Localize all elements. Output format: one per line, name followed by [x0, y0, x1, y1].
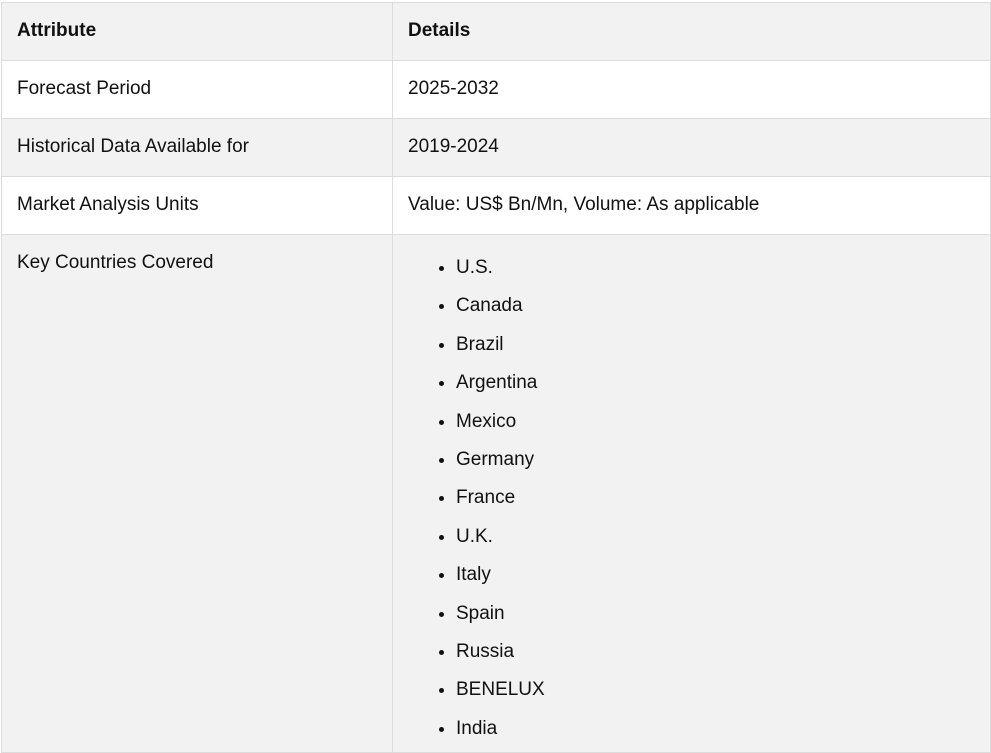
- attribute-cell: Forecast Period: [1, 60, 393, 119]
- details-cell: 2019-2024: [392, 118, 991, 177]
- header-details: Details: [392, 2, 991, 61]
- attribute-cell: Historical Data Available for: [1, 118, 393, 177]
- list-item: Canada: [456, 291, 975, 329]
- header-attribute: Attribute: [1, 2, 393, 61]
- list-item: Spain: [456, 599, 975, 637]
- table-row-historical-data: Historical Data Available for 2019-2024: [1, 118, 991, 177]
- list-item: Mexico: [456, 407, 975, 445]
- details-cell: Value: US$ Bn/Mn, Volume: As applicable: [392, 176, 991, 235]
- attribute-cell: Market Analysis Units: [1, 176, 393, 235]
- list-item: U.K.: [456, 522, 975, 560]
- table-row-key-countries: Key Countries Covered U.S. Canada Brazil…: [1, 233, 991, 753]
- list-item: Italy: [456, 560, 975, 598]
- list-item: India: [456, 714, 975, 752]
- country-list: U.S. Canada Brazil Argentina Mexico Germ…: [408, 253, 975, 752]
- table-header-row: Attribute Details: [1, 2, 991, 61]
- list-item: France: [456, 483, 975, 521]
- list-item: BENELUX: [456, 675, 975, 713]
- list-item: Argentina: [456, 368, 975, 406]
- table-row-forecast-period: Forecast Period 2025-2032: [1, 60, 991, 119]
- attribute-cell: Key Countries Covered: [1, 233, 393, 753]
- details-cell: U.S. Canada Brazil Argentina Mexico Germ…: [392, 233, 991, 753]
- table-row-market-analysis-units: Market Analysis Units Value: US$ Bn/Mn, …: [1, 176, 991, 235]
- list-item: Brazil: [456, 330, 975, 368]
- list-item: Germany: [456, 445, 975, 483]
- market-attributes-table: Attribute Details Forecast Period 2025-2…: [1, 2, 991, 753]
- list-item: Russia: [456, 637, 975, 675]
- details-cell: 2025-2032: [392, 60, 991, 119]
- list-item: U.S.: [456, 253, 975, 291]
